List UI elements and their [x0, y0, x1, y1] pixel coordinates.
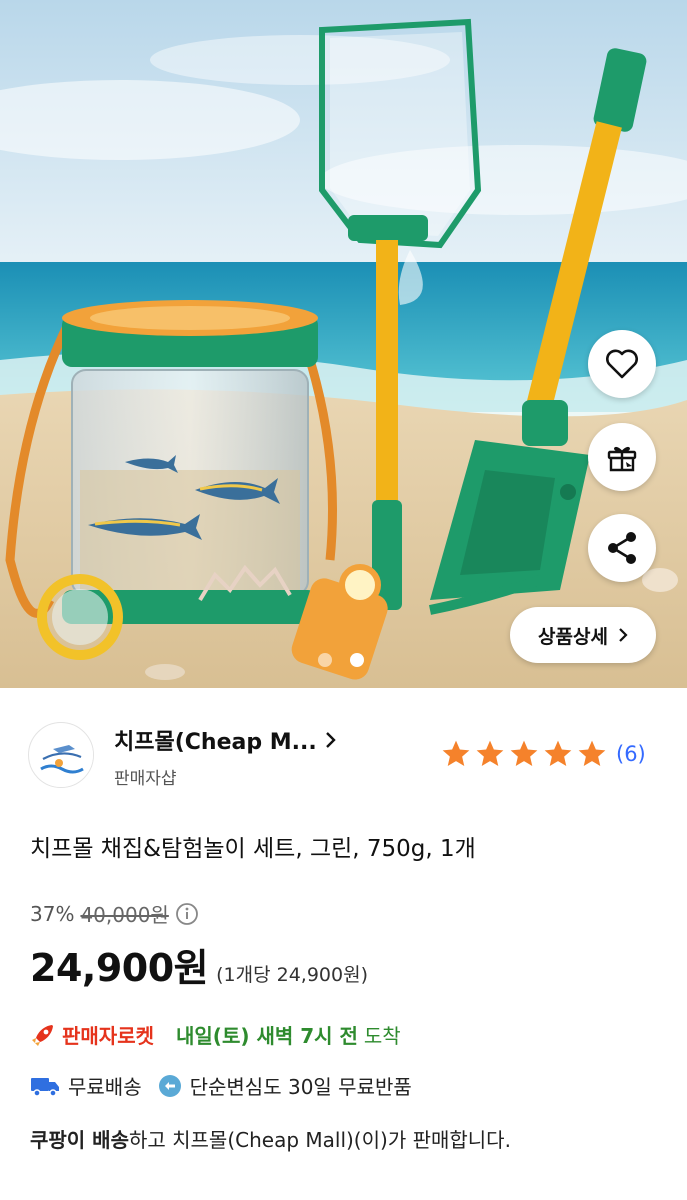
rocket-icon: [32, 1024, 53, 1046]
star-icon: [442, 740, 470, 766]
seller-logo-image: [30, 724, 93, 787]
fulfillment-bold: 쿠팡이 배송: [30, 1128, 129, 1152]
gift-button[interactable]: [588, 423, 656, 491]
unit-price: (1개당 24,900원): [216, 964, 368, 986]
star-rating: [440, 738, 608, 770]
return-icon: [158, 1074, 182, 1098]
star-icon: [476, 740, 504, 766]
fulfillment-rest: 하고 치프몰(Cheap Mall)(이)가 판매합니다.: [128, 1128, 511, 1152]
info-icon[interactable]: [175, 902, 199, 926]
free-shipping-label: 무료배송: [68, 1075, 142, 1099]
sale-price: 24,900원: [30, 946, 209, 990]
rocket-delivery-row: 판매자로켓 내일(토) 새벽 7시 전 도착: [30, 1020, 401, 1049]
heart-icon: [606, 349, 638, 379]
rocket-badge: 판매자로켓: [62, 1024, 154, 1048]
share-button[interactable]: [588, 514, 656, 582]
wishlist-button[interactable]: [588, 330, 656, 398]
discount-row: 37% 40,000원: [30, 899, 199, 928]
product-photo: [0, 0, 687, 688]
carousel-indicator: [318, 653, 364, 667]
share-icon: [608, 532, 636, 564]
gift-icon: [607, 446, 637, 472]
carousel-dot[interactable]: [318, 653, 332, 667]
seller-name-link[interactable]: 치프몰(Cheap M...: [114, 724, 337, 756]
rating[interactable]: (6): [440, 738, 646, 770]
original-price: 40,000원: [80, 903, 169, 927]
seller-shop-label: 판매자샵: [114, 769, 177, 789]
product-image-carousel[interactable]: 상품상세: [0, 0, 687, 688]
discount-rate: 37%: [30, 901, 75, 926]
review-count[interactable]: (6): [616, 742, 646, 766]
seller-name: 치프몰(Cheap M...: [114, 730, 317, 755]
star-icon: [544, 740, 572, 766]
price-row: 24,900원 (1개당 24,900원): [30, 937, 368, 992]
star-icon: [578, 740, 606, 766]
star-icon: [510, 740, 538, 766]
carousel-dot-active[interactable]: [350, 653, 364, 667]
free-return-label: 단순변심도 30일 무료반품: [189, 1075, 412, 1099]
chevron-right-icon: [325, 732, 336, 748]
arrival-suffix: 도착: [363, 1024, 401, 1048]
chevron-right-icon: [619, 628, 628, 642]
shipping-benefits-row: 무료배송 단순변심도 30일 무료반품: [30, 1071, 412, 1100]
fulfillment-info: 쿠팡이 배송하고 치프몰(Cheap Mall)(이)가 판매합니다.: [30, 1124, 511, 1153]
arrival-time: 내일(토) 새벽 7시 전: [176, 1024, 358, 1048]
product-detail-label: 상품상세: [538, 625, 608, 648]
product-detail-button[interactable]: 상품상세: [510, 607, 656, 663]
product-title: 치프몰 채집&탐험놀이 세트, 그린, 750g, 1개: [30, 836, 476, 862]
seller-logo[interactable]: [28, 722, 94, 788]
truck-icon: [30, 1075, 60, 1097]
